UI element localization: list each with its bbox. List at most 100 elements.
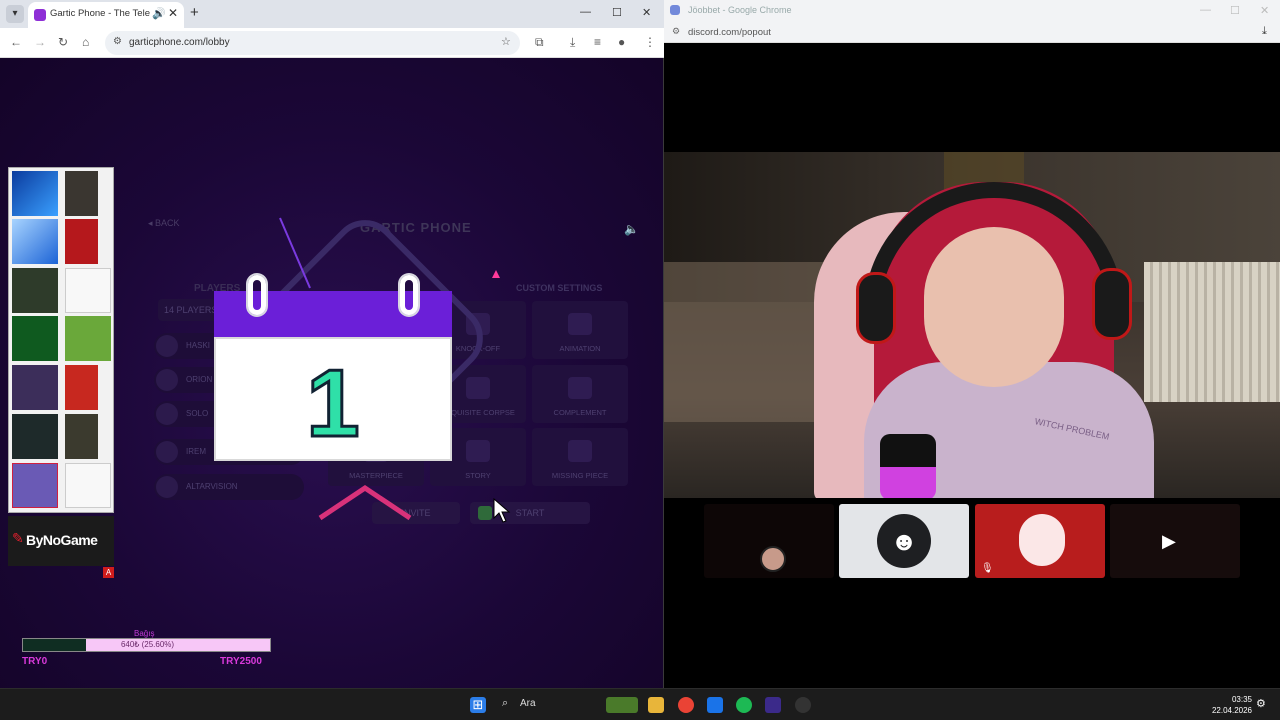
chrome-icon[interactable] [678,697,694,713]
donation-max: TRY2500 [220,656,262,667]
cover-minecraft [65,316,111,361]
participant-tile[interactable]: ☻ [839,504,969,578]
cover-windows-11 [12,171,58,216]
sponsor-banner: ✎ ByNoGame [8,516,114,566]
neon-chevron-bottom [318,484,412,521]
cover-office [65,268,111,313]
download-icon[interactable]: ⤓ [570,35,575,50]
start-menu-icon[interactable]: ⊞ [470,697,486,713]
obs-icon[interactable] [795,697,811,713]
radiator [1144,262,1280,402]
tab-close-button[interactable]: ✕ [168,6,178,20]
maximize-button[interactable]: ☐ [1230,4,1240,17]
clock[interactable]: 03:35 22.04.2026 [1200,694,1252,716]
right-address-bar[interactable]: ⚙ discord.com/popout ⤓ [664,21,1280,43]
new-tab-button[interactable]: + [190,4,199,21]
headset-icon [864,182,1124,322]
participant-tile[interactable]: 🎙 [975,504,1105,578]
mode-label: COMPLEMENT [553,408,607,417]
cover-game [12,365,58,410]
bynogame-logo-icon: ✎ [12,530,24,546]
bunny-avatar-icon [1019,514,1065,566]
bookmark-star-icon[interactable]: ☆ [501,35,511,48]
earcup-left [856,272,896,344]
donation-progress-text: 640₺ (25.60%) [120,640,175,649]
address-bar[interactable]: ⚙ garticphone.com/lobby ☆ [105,31,520,55]
mode-label: MISSING PIECE [551,471,609,480]
close-button[interactable]: ✕ [642,6,651,19]
muted-mic-icon: 🎙 [981,563,994,574]
mode-missing-piece[interactable]: MISSING PIECE [532,428,628,486]
taskbar-search[interactable]: ⌕ Ara [496,695,606,715]
right-titlebar: Jöobbet - Google Chrome — ☐ ✕ [664,0,1280,21]
profile-avatar-icon[interactable]: ● [618,35,625,49]
app-icon[interactable] [765,697,781,713]
avatar [156,369,178,391]
home-icon[interactable]: ⌂ [82,35,89,49]
speaker-icon[interactable]: 🔊 [152,7,166,20]
discord-popout-window: Jöobbet - Google Chrome — ☐ ✕ ⚙ discord.… [664,0,1280,688]
sparkle-icon [492,270,500,278]
browser-toolbar: ← → ↻ ⌂ ⚙ garticphone.com/lobby ☆ ⧉ ⤓ ≡ … [0,28,664,58]
notification-icon[interactable]: ⚙ [1256,697,1266,710]
mode-icon [568,313,592,335]
tab-bar: ▾ Gartic Phone - The Telepho 🔊 ✕ + — ☐ ✕ [0,0,664,28]
avatar [156,403,178,425]
minimize-button[interactable]: — [580,6,591,18]
camera-icon: ▶ [1162,531,1176,551]
cover-skyrim [65,171,98,216]
site-info-icon[interactable]: ⚙ [672,26,680,37]
left-browser-window: ▾ Gartic Phone - The Telepho 🔊 ✕ + — ☐ ✕… [0,0,664,688]
sponsor-badge: A [103,567,114,578]
forward-arrow-icon[interactable]: → [34,35,46,49]
site-info-icon[interactable]: ⚙ [113,36,122,47]
minimize-button[interactable]: — [1200,4,1211,16]
file-explorer-icon[interactable] [648,697,664,713]
tab-gartic-phone[interactable]: Gartic Phone - The Telepho 🔊 ✕ [28,2,184,28]
donation-min: TRY0 [22,656,48,667]
search-placeholder: Ara [520,698,536,709]
mode-label: ANIMATION [559,344,601,353]
hoodie-text: WITCH PROBLEM [1033,416,1111,442]
url-text: discord.com/popout [688,27,771,38]
maximize-button[interactable]: ☐ [612,6,622,19]
clock-time: 03:35 [1231,695,1252,704]
back-arrow-icon[interactable]: ← [10,35,22,49]
donation-label: Bağış [134,629,155,638]
calendar-ring-icon [400,275,418,315]
outlook-icon[interactable] [707,697,723,713]
media-control-icon[interactable]: ≡ [594,35,601,49]
search-icon: ⌕ [502,697,509,709]
reload-icon[interactable]: ↻ [58,35,68,49]
participant-tile[interactable]: ▶ [1110,504,1240,578]
tab-title: Gartic Phone - The Telepho [50,8,150,19]
donation-progress-bar: 640₺ (25.60%) [22,638,271,652]
clock-date: 22.04.2026 [1211,706,1252,715]
avatar [156,441,178,463]
back-button[interactable]: ◂ BACK [148,218,180,229]
cover-gta-v [12,268,58,313]
cover-game [65,365,98,410]
spotify-icon[interactable] [736,697,752,713]
mode-icon [568,377,592,399]
menu-icon[interactable]: ⋮ [644,35,656,49]
cover-office [65,463,111,508]
back-label: BACK [155,218,180,228]
participant-tiles: ☻ 🎙 ▶ [664,504,1280,580]
window-title: Jöobbet - Google Chrome [688,5,792,15]
participant-tile[interactable] [704,504,834,578]
mouse-cursor-icon [493,498,511,523]
mode-icon [568,440,592,462]
mode-animation[interactable]: ANIMATION [532,301,628,359]
download-icon[interactable]: ⤓ [1262,25,1267,38]
tab-search-button[interactable]: ▾ [6,5,24,23]
countdown-number: 1 [305,349,361,459]
mode-complement[interactable]: COMPLEMENT [532,365,628,423]
widgets-icon[interactable] [606,697,638,713]
close-button[interactable]: ✕ [1260,4,1269,17]
earcup-right [1092,268,1132,340]
extensions-icon[interactable]: ⧉ [535,35,544,50]
webcam-video: WITCH PROBLEM [664,152,1280,498]
discord-favicon-icon [670,5,680,15]
volume-icon[interactable]: 🔈 [624,222,639,236]
